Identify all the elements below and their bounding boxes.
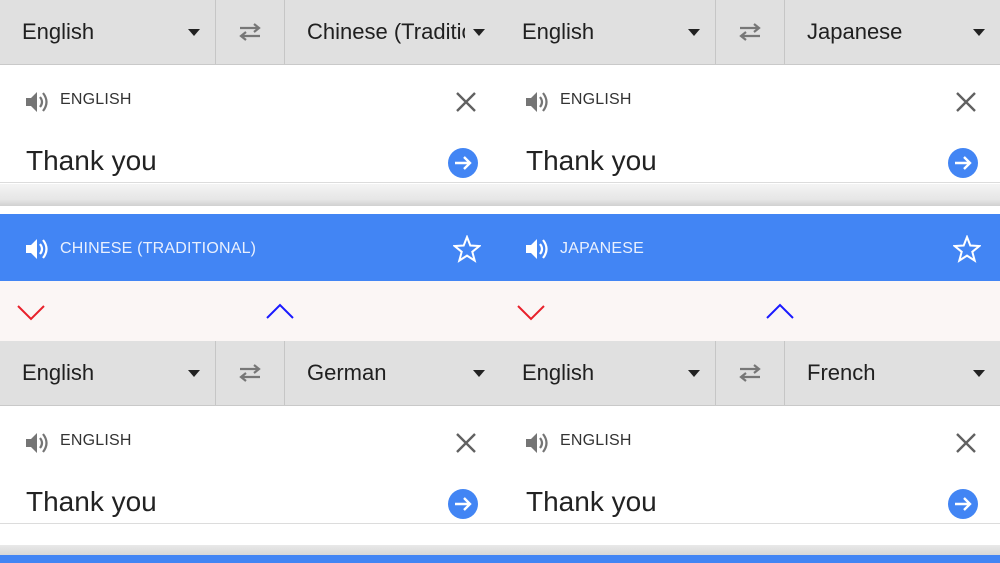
dropdown-caret-icon <box>188 29 200 36</box>
speaker-icon[interactable] <box>524 89 550 115</box>
language-bar: English Japanese <box>500 0 1000 65</box>
source-language-label: English <box>522 19 595 44</box>
speaker-icon[interactable] <box>24 236 50 262</box>
target-language-select[interactable]: Japanese <box>784 0 1000 64</box>
speaker-icon[interactable] <box>524 430 550 456</box>
translate-panel-1: English Chinese (Traditional) ENGLISH Th… <box>0 0 500 214</box>
target-language-select[interactable]: Chinese (Traditional) <box>284 0 500 64</box>
arrow-right-circle-icon[interactable] <box>947 147 979 179</box>
translation-result-bar-partial <box>0 555 1000 563</box>
star-outline-icon[interactable] <box>953 235 981 263</box>
close-icon[interactable] <box>955 432 977 454</box>
input-language-label: ENGLISH <box>60 91 132 108</box>
language-bar: English French <box>500 341 1000 406</box>
translate-panel-3: English German ENGLISH Thank you <box>0 341 500 545</box>
source-language-select[interactable]: English <box>0 0 216 64</box>
swap-languages-button[interactable] <box>716 341 784 405</box>
input-card: ENGLISH Thank you <box>500 65 1000 183</box>
swap-arrows-icon <box>239 364 261 382</box>
target-language-label: Japanese <box>807 19 903 44</box>
translate-panel-2: English Japanese ENGLISH Thank you <box>500 0 1000 214</box>
dropdown-caret-icon <box>188 370 200 377</box>
star-outline-icon[interactable] <box>453 235 481 263</box>
source-language-label: English <box>22 19 95 44</box>
card-shadow <box>0 545 1000 555</box>
speaker-icon[interactable] <box>24 430 50 456</box>
dropdown-caret-icon <box>473 29 485 36</box>
input-card: ENGLISH Thank you <box>0 406 500 524</box>
input-text[interactable]: Thank you <box>526 145 657 177</box>
swap-languages-button[interactable] <box>216 341 284 405</box>
swap-arrows-icon <box>239 23 261 41</box>
card-shadow <box>500 184 1000 206</box>
input-language-label: ENGLISH <box>560 91 632 108</box>
input-card: ENGLISH Thank you <box>0 65 500 183</box>
input-text[interactable]: Thank you <box>26 145 157 177</box>
chevron-down-icon <box>517 305 545 321</box>
input-card: ENGLISH Thank you <box>500 406 1000 524</box>
chevron-up-icon <box>766 303 794 319</box>
translate-panel-4: English French ENGLISH Thank you <box>500 341 1000 545</box>
dropdown-caret-icon <box>688 370 700 377</box>
close-icon[interactable] <box>955 91 977 113</box>
close-icon[interactable] <box>455 432 477 454</box>
translation-result-bar[interactable]: JAPANESE <box>500 214 1000 281</box>
translation-result-bar[interactable]: CHINESE (TRADITIONAL) <box>0 214 500 281</box>
input-language-label: ENGLISH <box>60 432 132 449</box>
dropdown-caret-icon <box>973 370 985 377</box>
arrow-right-circle-icon[interactable] <box>447 147 479 179</box>
comparison-arrow-band <box>0 281 1000 341</box>
swap-languages-button[interactable] <box>216 0 284 64</box>
speaker-icon[interactable] <box>524 236 550 262</box>
chevron-up-icon <box>266 303 294 319</box>
input-language-label: ENGLISH <box>560 432 632 449</box>
dropdown-caret-icon <box>473 370 485 377</box>
target-language-label: Chinese (Traditional) <box>307 19 465 44</box>
source-language-label: English <box>522 360 595 385</box>
input-text[interactable]: Thank you <box>526 486 657 518</box>
target-language-label: German <box>307 360 387 385</box>
card-shadow <box>0 184 500 206</box>
result-language-label: JAPANESE <box>560 240 644 257</box>
source-language-select[interactable]: English <box>500 341 716 405</box>
arrow-right-circle-icon[interactable] <box>447 488 479 520</box>
language-bar: English German <box>0 341 500 406</box>
close-icon[interactable] <box>455 91 477 113</box>
dropdown-caret-icon <box>688 29 700 36</box>
target-language-select[interactable]: German <box>284 341 500 405</box>
result-language-label: CHINESE (TRADITIONAL) <box>60 240 257 257</box>
target-language-label: French <box>807 360 876 385</box>
arrow-right-circle-icon[interactable] <box>947 488 979 520</box>
swap-arrows-icon <box>739 364 761 382</box>
swap-languages-button[interactable] <box>716 0 784 64</box>
source-language-select[interactable]: English <box>0 341 216 405</box>
target-language-select[interactable]: French <box>784 341 1000 405</box>
language-bar: English Chinese (Traditional) <box>0 0 500 65</box>
source-language-label: English <box>22 360 95 385</box>
input-text[interactable]: Thank you <box>26 486 157 518</box>
dropdown-caret-icon <box>973 29 985 36</box>
source-language-select[interactable]: English <box>500 0 716 64</box>
chevron-down-icon <box>17 305 45 321</box>
speaker-icon[interactable] <box>24 89 50 115</box>
swap-arrows-icon <box>739 23 761 41</box>
